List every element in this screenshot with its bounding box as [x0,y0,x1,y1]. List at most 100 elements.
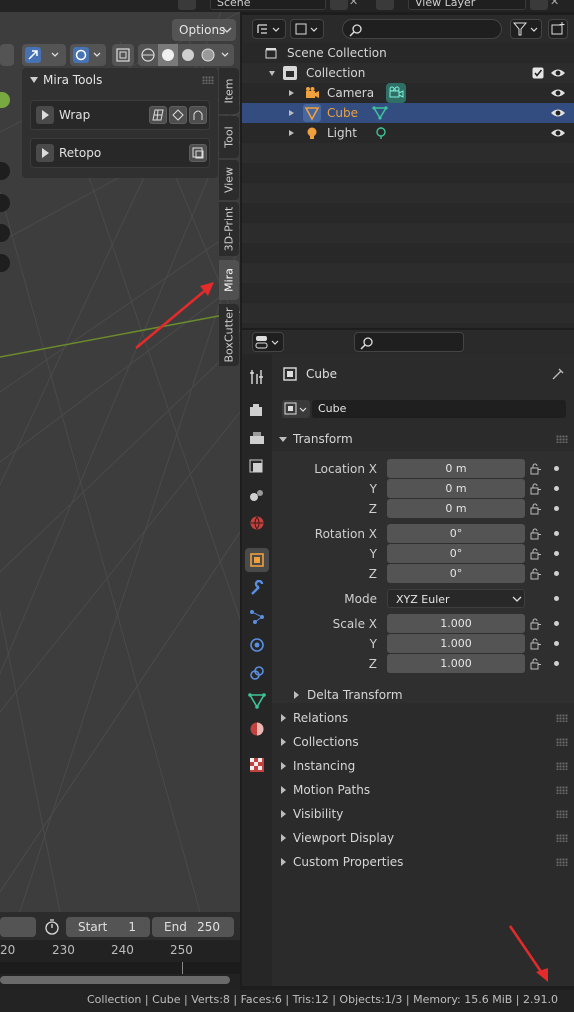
expand-arrow-icon[interactable] [289,110,294,116]
view-layer-selector-icon[interactable] [376,0,394,10]
section-drag-handle[interactable] [556,810,568,818]
retopo-expand-icon[interactable] [36,144,54,162]
lock-icon[interactable] [530,463,542,475]
scale-x-field[interactable]: 1.000 [387,614,525,633]
rotation-x-field[interactable]: 0° [387,524,525,543]
outliner-row-scene-collection[interactable]: Scene Collection [242,43,574,63]
viewport-mode-dropdown[interactable] [0,44,14,66]
keyframe-dot-icon[interactable] [554,466,559,471]
physics-properties-icon[interactable] [248,636,266,654]
properties-search-input[interactable] [354,332,464,352]
scene-field[interactable]: Scene [210,0,326,10]
constraints-properties-icon[interactable] [248,664,266,682]
object-properties-tab[interactable] [245,548,269,572]
world-properties-icon[interactable] [248,514,266,532]
object-data-properties-icon[interactable] [248,692,266,710]
tab-view[interactable]: View [219,160,239,200]
section-drag-handle[interactable] [556,762,568,770]
lock-icon[interactable] [530,483,542,495]
particles-properties-icon[interactable] [248,608,266,626]
view-layer-field[interactable]: View Layer [408,0,526,10]
expand-arrow-icon[interactable] [269,71,275,76]
retopo-copy-icon[interactable] [189,144,207,162]
relations-section[interactable]: Relations [272,706,574,730]
object-browse-dropdown[interactable] [282,400,310,418]
outliner-row-light[interactable]: Light [242,123,574,143]
rotation-y-field[interactable]: 0° [387,544,525,563]
outliner-row-cube[interactable]: Cube [242,103,574,123]
end-frame-field[interactable]: End 250 [152,917,234,937]
location-z-field[interactable]: 0 m [387,499,525,518]
lock-icon[interactable] [530,658,542,670]
camera-data-icon[interactable] [386,83,406,103]
delta-transform-header[interactable]: Delta Transform [284,683,574,707]
visibility-section[interactable]: Visibility [272,802,574,826]
lock-icon[interactable] [530,548,542,560]
options-dropdown[interactable]: Options [172,19,236,41]
object-name-field[interactable]: Cube [312,400,566,418]
material-properties-icon[interactable] [248,720,266,738]
eye-visibility-icon[interactable] [550,87,566,99]
start-frame-field[interactable]: Start 1 [66,917,150,937]
scene-properties-icon[interactable] [248,486,266,504]
texture-properties-icon[interactable] [248,756,266,774]
new-scene-button[interactable] [330,0,348,10]
motion-paths-section[interactable]: Motion Paths [272,778,574,802]
transform-pivot-dropdown[interactable] [22,44,66,66]
rotation-z-field[interactable]: 0° [387,564,525,583]
expand-arrow-icon[interactable] [289,130,294,136]
tab-3d-print[interactable]: 3D-Print [219,202,239,256]
lock-icon[interactable] [530,503,542,515]
outliner-search-input[interactable] [342,19,502,39]
lock-icon[interactable] [530,528,542,540]
keyframe-dot-icon[interactable] [554,486,559,491]
tab-item[interactable]: Item [219,68,239,114]
section-drag-handle[interactable] [556,714,568,722]
keyframe-dot-icon[interactable] [554,551,559,556]
scale-z-field[interactable]: 1.000 [387,654,525,673]
wrap-expand-icon[interactable] [36,106,54,124]
keyframe-dot-icon[interactable] [554,571,559,576]
checkbox-checked-icon[interactable] [532,67,544,79]
mesh-data-icon[interactable] [372,106,388,120]
keyframe-dot-icon[interactable] [554,506,559,511]
panel-drag-handle[interactable] [202,76,214,84]
pin-icon[interactable] [550,366,566,382]
wrap-arch-icon[interactable] [189,106,207,124]
tool-settings-icon[interactable] [248,368,266,386]
mira-wrap-row[interactable]: Wrap [30,100,210,130]
timeline-current-frame[interactable] [0,917,36,937]
lock-icon[interactable] [530,618,542,630]
expand-arrow-icon[interactable] [289,90,294,96]
panel-collapse-icon[interactable] [30,76,38,84]
location-y-field[interactable]: 0 m [387,479,525,498]
keyframe-dot-icon[interactable] [554,661,559,666]
collections-section[interactable]: Collections [272,730,574,754]
keyframe-dot-icon[interactable] [554,531,559,536]
rotation-mode-dropdown[interactable]: XYZ Euler [387,589,525,608]
new-view-layer-button[interactable] [530,0,548,10]
tab-mira[interactable]: Mira [219,260,239,300]
eye-visibility-icon[interactable] [550,127,566,139]
scene-selector-icon[interactable] [178,0,196,10]
output-properties-icon[interactable] [248,430,266,448]
timeline[interactable]: 20 230 240 250 [0,940,240,990]
instancing-section[interactable]: Instancing [272,754,574,778]
mira-retopo-row[interactable]: Retopo [30,138,210,168]
xray-toggle[interactable] [112,44,134,66]
timeline-scrollbar[interactable] [0,976,230,984]
section-drag-handle[interactable] [556,435,568,443]
eye-visibility-icon[interactable] [550,107,566,119]
scale-y-field[interactable]: 1.000 [387,634,525,653]
outliner-row-collection[interactable]: Collection [242,63,574,83]
filter-dropdown[interactable] [510,19,542,39]
wrap-grid-icon[interactable] [149,106,167,124]
editor-type-dropdown[interactable] [252,19,286,39]
viewport-display-section[interactable]: Viewport Display [272,826,574,850]
section-drag-handle[interactable] [556,786,568,794]
tab-tool[interactable]: Tool [219,116,239,158]
new-collection-button[interactable] [548,19,568,39]
custom-properties-section[interactable]: Custom Properties [272,850,574,874]
keyframe-dot-icon[interactable] [554,596,559,601]
render-properties-icon[interactable] [248,402,266,420]
